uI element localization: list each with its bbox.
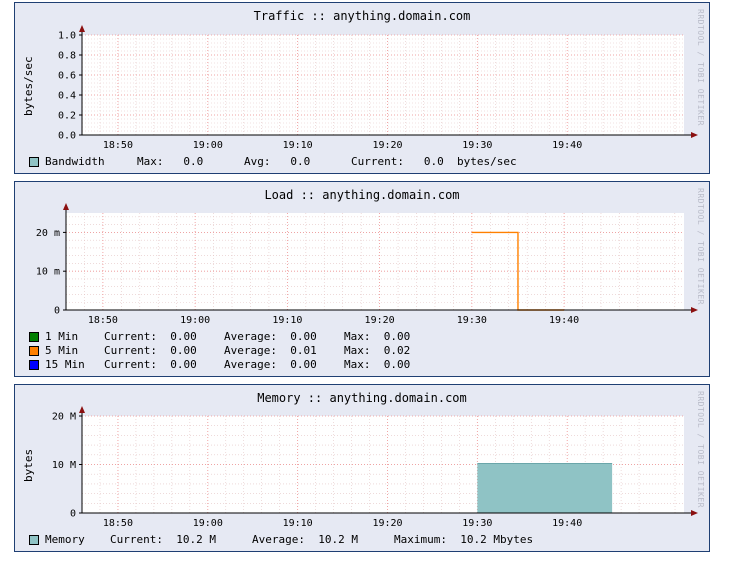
5min-max: Max: 0.02	[344, 344, 411, 357]
x-tick-label: 18:50	[88, 315, 118, 326]
y-tick-label: 0.0	[58, 131, 76, 142]
y-tick-label: 1.0	[58, 31, 76, 42]
5min-label: 5 Min	[45, 344, 85, 357]
load-legend-5min: 5 Min Current: 0.00 Average: 0.01 Max: 0…	[29, 344, 410, 357]
load-legend-1min: 1 Min Current: 0.00 Average: 0.00 Max: 0…	[29, 330, 410, 343]
load-title: Load :: anything.domain.com	[264, 188, 460, 202]
5min-current: Current: 0.00	[104, 344, 197, 357]
y-axis-arrow	[63, 203, 69, 210]
1min-max: Max: 0.00	[344, 330, 411, 343]
y-tick-label: 0.2	[58, 111, 76, 122]
x-tick-label: 19:40	[549, 315, 579, 326]
x-tick-label: 19:30	[462, 140, 492, 151]
traffic-panel: 18:50 19:00 19:10 19:20 19:30 19:40 0.0 0.2 0.4 0…	[14, 2, 710, 174]
x-tick-label: 19:30	[457, 315, 487, 326]
bandwidth-swatch	[29, 156, 39, 167]
memory-area	[477, 463, 613, 513]
y-tick-label: 10 M	[52, 460, 76, 471]
y-axis-arrow	[79, 406, 85, 413]
memory-current: Current: 10.2 M	[110, 533, 216, 546]
5min-average: Average: 0.01	[224, 344, 317, 357]
x-axis-arrow	[691, 132, 698, 138]
memory-swatch	[29, 534, 39, 545]
rrdtool-watermark: RRDTOOL / TOBI OETIKER	[696, 391, 705, 508]
x-tick-label: 19:00	[180, 315, 210, 326]
x-tick-label: 19:20	[365, 315, 395, 326]
x-tick-label: 19:00	[193, 140, 223, 151]
x-tick-label: 19:30	[462, 518, 492, 529]
y-tick-label: 20 M	[52, 412, 76, 423]
y-tick-label: 20 m	[36, 228, 60, 239]
y-tick-label: 10 m	[36, 267, 60, 278]
y-tick-label: 0	[54, 306, 60, 317]
bandwidth-max: Max: 0.0	[137, 155, 204, 168]
x-axis-arrow	[691, 307, 698, 313]
x-tick-label: 19:40	[552, 140, 582, 151]
15min-average: Average: 0.00	[224, 358, 317, 371]
load-panel: 18:50 19:00 19:10 19:20 19:30 19:40 0 10 m 20 m …	[14, 181, 710, 377]
rrdtool-watermark: RRDTOOL / TOBI OETIKER	[696, 188, 705, 305]
traffic-chart: 18:50 19:00 19:10 19:20 19:30 19:40 0.0 0.2 0.4 0…	[58, 25, 698, 151]
15min-label: 15 Min	[45, 358, 85, 371]
1min-swatch	[29, 331, 39, 342]
memory-chart: 18:50 19:00 19:10 19:20 19:30 19:40 0 10 M 20 M	[52, 406, 698, 529]
memory-panel: 18:50 19:00 19:10 19:20 19:30 19:40 0 10 M 20 M …	[14, 384, 710, 552]
memory-y-axis-label: bytes	[22, 448, 35, 482]
x-tick-label: 19:10	[272, 315, 302, 326]
x-tick-label: 18:50	[103, 518, 133, 529]
1min-current: Current: 0.00	[104, 330, 197, 343]
bandwidth-current: Current: 0.0 bytes/sec	[351, 155, 517, 168]
1min-label: 1 Min	[45, 330, 85, 343]
memory-label: Memory	[45, 533, 85, 546]
y-tick-label: 0	[70, 509, 76, 520]
y-axis-arrow	[79, 25, 85, 32]
bandwidth-label: Bandwidth	[45, 155, 105, 168]
memory-maximum: Maximum: 10.2 Mbytes	[394, 533, 534, 546]
bandwidth-avg: Avg: 0.0	[244, 155, 311, 168]
x-tick-label: 18:50	[103, 140, 133, 151]
y-tick-label: 0.6	[58, 71, 76, 82]
x-tick-label: 19:20	[372, 518, 402, 529]
15min-swatch	[29, 359, 39, 370]
rrdtool-watermark: RRDTOOL / TOBI OETIKER	[696, 9, 705, 126]
15min-current: Current: 0.00	[104, 358, 197, 371]
x-tick-label: 19:40	[552, 518, 582, 529]
x-axis-arrow	[691, 510, 698, 516]
plot-area	[82, 35, 684, 135]
x-tick-label: 19:00	[193, 518, 223, 529]
15min-max: Max: 0.00	[344, 358, 411, 371]
plot-area	[66, 213, 684, 310]
x-tick-label: 19:10	[283, 518, 313, 529]
x-tick-label: 19:20	[372, 140, 402, 151]
memory-average: Average: 10.2 M	[252, 533, 358, 546]
memory-legend: Memory Current: 10.2 M Average: 10.2 M M…	[29, 533, 533, 546]
load-legend-15min: 15 Min Current: 0.00 Average: 0.00 Max: …	[29, 358, 410, 371]
traffic-y-axis-label: bytes/sec	[22, 56, 35, 116]
1min-average: Average: 0.00	[224, 330, 317, 343]
y-tick-label: 0.4	[58, 91, 76, 102]
y-tick-label: 0.8	[58, 51, 76, 62]
5min-swatch	[29, 345, 39, 356]
memory-title: Memory :: anything.domain.com	[257, 391, 467, 405]
traffic-title: Traffic :: anything.domain.com	[253, 9, 471, 23]
traffic-legend-bandwidth: Bandwidth Max: 0.0 Avg: 0.0 Current: 0.0…	[29, 155, 517, 168]
x-tick-label: 19:10	[283, 140, 313, 151]
